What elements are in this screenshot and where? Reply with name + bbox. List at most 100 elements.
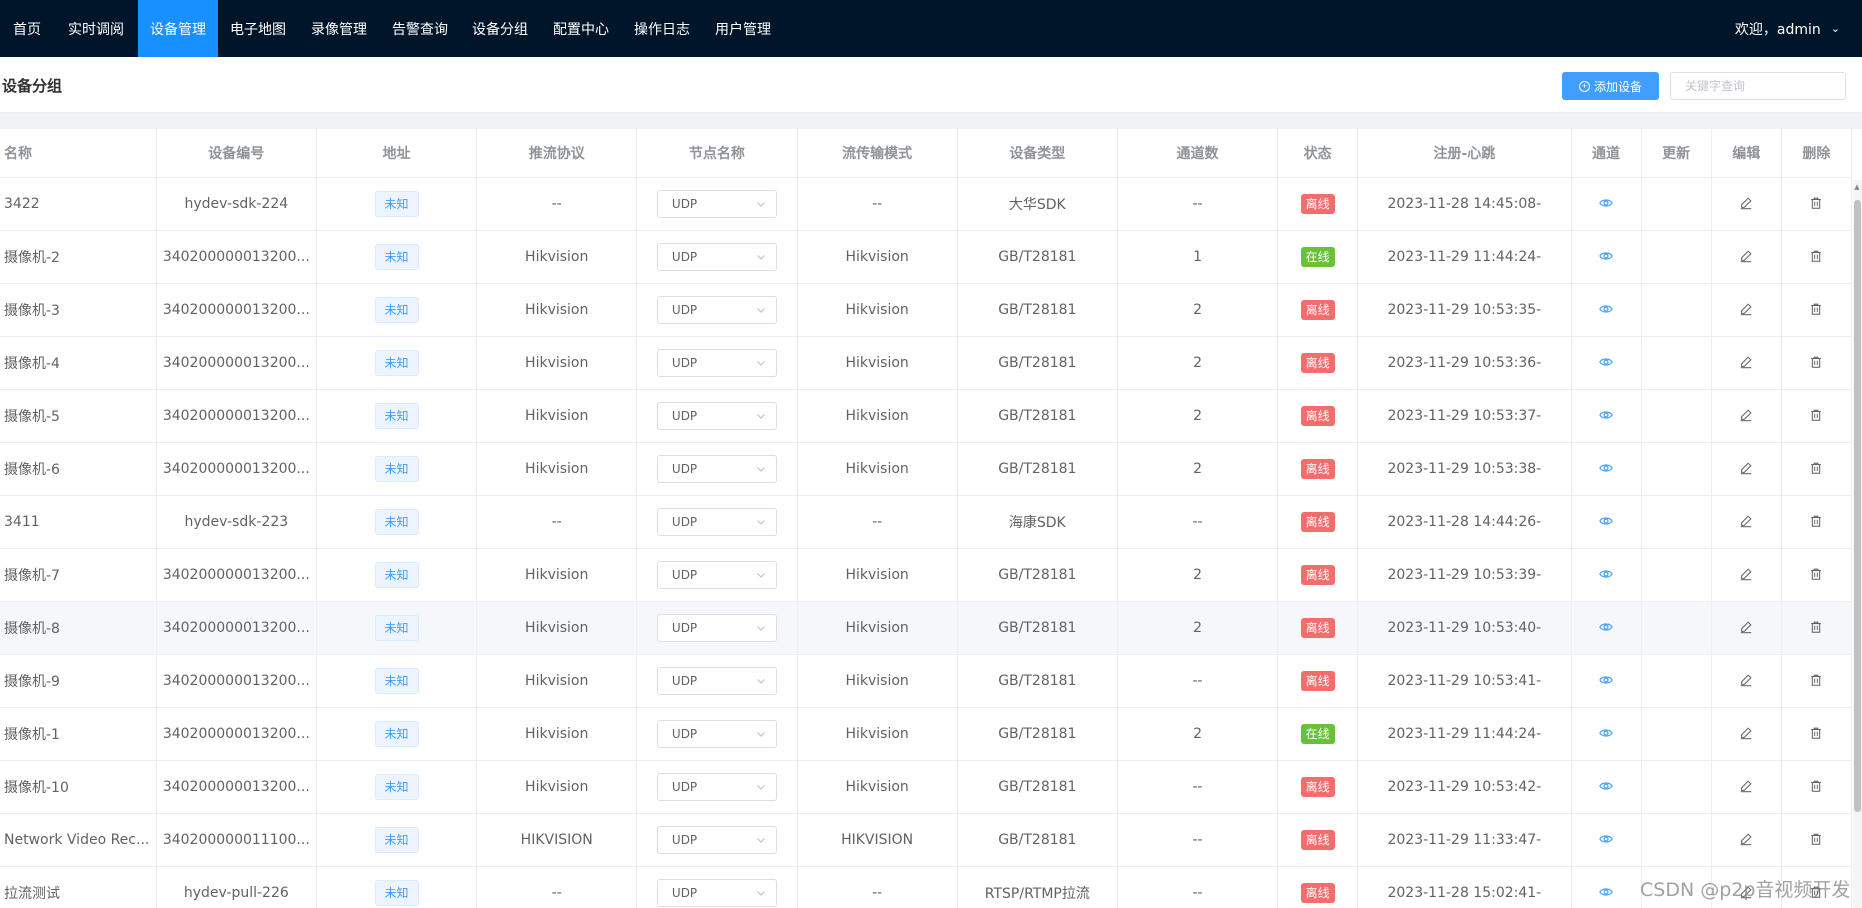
edit-pen-icon[interactable] [1736, 829, 1756, 849]
table-row[interactable]: 3411 hydev-sdk-223 未知 -- UDP -- 海康SDK -- 离线 2023-… [0, 495, 1852, 549]
table-row[interactable]: 摄像机-9 340200000013200... 未知 Hikvision UDP Hik… [0, 654, 1852, 708]
protocol-cell: Hikvision [476, 548, 638, 602]
node-select-value: UDP [671, 196, 698, 211]
eye-icon[interactable] [1596, 617, 1616, 637]
eye-icon[interactable] [1596, 246, 1616, 266]
trash-icon[interactable] [1806, 617, 1826, 637]
status-cell: 离线 [1277, 283, 1359, 337]
trash-icon[interactable] [1806, 299, 1826, 319]
table-row[interactable]: 摄像机-10 340200000013200... 未知 Hikvision UDP Hi… [0, 760, 1852, 814]
channel-count-cell: 2 [1117, 283, 1279, 337]
search-input[interactable] [1670, 72, 1846, 100]
table-row[interactable]: 3422 hydev-sdk-224 未知 -- UDP -- 大华SDK -- 离线 2023-… [0, 177, 1852, 231]
node-select[interactable]: UDP [656, 772, 777, 801]
node-select[interactable]: UDP [656, 666, 777, 695]
edit-pen-icon[interactable] [1736, 670, 1756, 690]
eye-icon[interactable] [1596, 352, 1616, 372]
edit-pen-icon[interactable] [1736, 246, 1756, 266]
node-select[interactable]: UDP [656, 560, 777, 589]
device-name-cell: 摄像机-8 [0, 601, 157, 655]
trash-icon[interactable] [1806, 458, 1826, 478]
trash-icon[interactable] [1806, 564, 1826, 584]
status-badge: 在线 [1300, 246, 1335, 267]
nav-item-5[interactable]: 告警查询 [380, 0, 460, 57]
table-row[interactable]: 拉流测试 hydev-pull-226 未知 -- UDP -- RTSP/RTMP拉流 --… [0, 866, 1852, 908]
eye-icon[interactable] [1596, 511, 1616, 531]
scroll-up-arrow-icon[interactable]: ▲ [1852, 183, 1862, 191]
eye-icon[interactable] [1596, 193, 1616, 213]
table-row[interactable]: Network Video Rec... 340200000011100... 未知… [0, 813, 1852, 867]
edit-pen-icon[interactable] [1736, 405, 1756, 425]
eye-icon[interactable] [1596, 723, 1616, 743]
node-select[interactable]: UDP [656, 189, 777, 218]
edit-pen-icon[interactable] [1736, 458, 1756, 478]
protocol-cell: Hikvision [476, 230, 638, 284]
eye-icon[interactable] [1596, 564, 1616, 584]
edit-pen-icon[interactable] [1736, 723, 1756, 743]
delete-action-cell [1781, 389, 1852, 443]
table-row[interactable]: 摄像机-8 340200000013200... 未知 Hikvision UDP Hik… [0, 601, 1852, 655]
node-select[interactable]: UDP [656, 348, 777, 377]
trash-icon[interactable] [1806, 829, 1826, 849]
address-cell: 未知 [316, 442, 478, 496]
table-row[interactable]: 摄像机-1 340200000013200... 未知 Hikvision UDP Hik… [0, 707, 1852, 761]
table-row[interactable]: 摄像机-6 340200000013200... 未知 Hikvision UDP Hik… [0, 442, 1852, 496]
node-select[interactable]: UDP [656, 295, 777, 324]
nav-item-7[interactable]: 配置中心 [540, 0, 622, 57]
edit-pen-icon[interactable] [1736, 564, 1756, 584]
node-select[interactable]: UDP [656, 507, 777, 536]
edit-pen-icon[interactable] [1736, 776, 1756, 796]
nav-item-9[interactable]: 用户管理 [702, 0, 784, 57]
add-device-button[interactable]: + 添加设备 [1562, 72, 1659, 100]
node-select[interactable]: UDP [656, 613, 777, 642]
nav-item-6[interactable]: 设备分组 [460, 0, 540, 57]
node-select[interactable]: UDP [656, 454, 777, 483]
nav-item-2[interactable]: 设备管理 [138, 0, 218, 57]
nav-item-3[interactable]: 电子地图 [218, 0, 298, 57]
node-select[interactable]: UDP [656, 401, 777, 430]
transport-mode-cell: Hikvision [797, 654, 958, 708]
node-select[interactable]: UDP [656, 719, 777, 748]
trash-icon[interactable] [1806, 776, 1826, 796]
scrollbar-thumb[interactable] [1854, 200, 1861, 812]
edit-pen-icon[interactable] [1736, 352, 1756, 372]
trash-icon[interactable] [1806, 352, 1826, 372]
edit-pen-icon[interactable] [1736, 299, 1756, 319]
eye-icon[interactable] [1596, 405, 1616, 425]
register-heartbeat-cell: 2023-11-29 10:53:39- [1357, 548, 1572, 602]
table-row[interactable]: 摄像机-4 340200000013200... 未知 Hikvision UDP Hik… [0, 336, 1852, 390]
nav-item-4[interactable]: 录像管理 [298, 0, 380, 57]
user-menu[interactable]: 欢迎，admin ⌄ [1735, 0, 1840, 57]
eye-icon[interactable] [1596, 670, 1616, 690]
table-row[interactable]: 摄像机-7 340200000013200... 未知 Hikvision UDP Hik… [0, 548, 1852, 602]
trash-icon[interactable] [1806, 405, 1826, 425]
trash-icon[interactable] [1806, 670, 1826, 690]
table-row[interactable]: 摄像机-3 340200000013200... 未知 Hikvision UDP Hik… [0, 283, 1852, 337]
edit-pen-icon[interactable] [1736, 617, 1756, 637]
trash-icon[interactable] [1806, 193, 1826, 213]
nav-item-0[interactable]: 首页 [0, 0, 54, 57]
eye-icon[interactable] [1596, 776, 1616, 796]
eye-icon[interactable] [1596, 299, 1616, 319]
status-cell: 离线 [1277, 177, 1359, 231]
eye-icon[interactable] [1596, 882, 1616, 902]
trash-icon[interactable] [1806, 246, 1826, 266]
edit-pen-icon[interactable] [1736, 193, 1756, 213]
channel-action-cell [1571, 548, 1642, 602]
trash-icon[interactable] [1806, 723, 1826, 743]
node-select[interactable]: UDP [656, 878, 777, 907]
channel-count-cell: -- [1117, 760, 1279, 814]
table-row[interactable]: 摄像机-5 340200000013200... 未知 Hikvision UDP Hik… [0, 389, 1852, 443]
plus-circle-icon: + [1578, 80, 1590, 92]
trash-icon[interactable] [1806, 511, 1826, 531]
node-select[interactable]: UDP [656, 825, 777, 854]
node-select[interactable]: UDP [656, 242, 777, 271]
table-row[interactable]: 摄像机-2 340200000013200... 未知 Hikvision UDP Hik… [0, 230, 1852, 284]
eye-icon[interactable] [1596, 458, 1616, 478]
edit-pen-icon[interactable] [1736, 511, 1756, 531]
channel-action-cell [1571, 230, 1642, 284]
nav-item-8[interactable]: 操作日志 [622, 0, 702, 57]
nav-item-1[interactable]: 实时调阅 [54, 0, 138, 57]
eye-icon[interactable] [1596, 829, 1616, 849]
register-heartbeat-cell: 2023-11-29 10:53:40- [1357, 601, 1572, 655]
